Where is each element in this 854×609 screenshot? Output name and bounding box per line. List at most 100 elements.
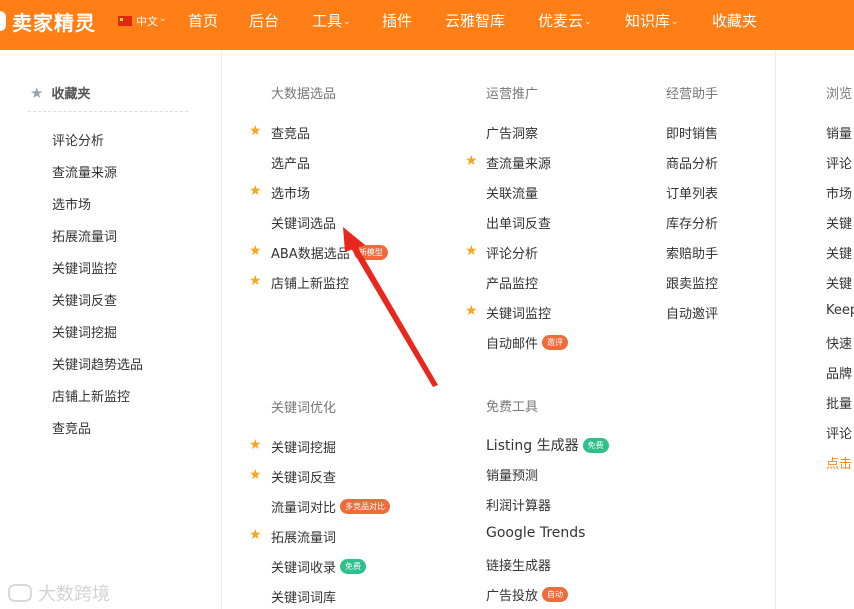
new-model-badge: 新模型: [353, 245, 388, 260]
watermark-logo-icon: [8, 584, 32, 602]
browse-item[interactable]: 关键: [826, 273, 852, 292]
browse-section-title: 浏览: [826, 87, 853, 102]
menu-item-competitor[interactable]: 查竞品: [271, 123, 310, 142]
menu-item-hijack-monitor[interactable]: 跟卖监控: [666, 273, 718, 292]
operations-section-title: 运营推广: [486, 87, 539, 102]
favorite-item[interactable]: 店铺上新监控: [52, 386, 130, 405]
menu-item-sales-forecast[interactable]: 销量预测: [486, 465, 538, 484]
nav-home[interactable]: 首页: [188, 10, 218, 31]
menu-item-auto-review-invite[interactable]: 自动邀评: [666, 303, 718, 322]
nav-youmaiyun[interactable]: 优麦云⌄: [538, 10, 592, 31]
menu-item-traffic-source[interactable]: 查流量来源: [486, 153, 551, 172]
nav-tools-label: 工具: [312, 12, 343, 30]
menu-item-aba[interactable]: ABA数据选品 新模型: [271, 243, 388, 262]
menu-item-link-generator[interactable]: 链接生成器: [486, 555, 551, 574]
browse-item[interactable]: 评论: [826, 153, 852, 172]
star-icon[interactable]: ★: [465, 153, 478, 169]
star-icon[interactable]: ★: [249, 273, 262, 289]
star-icon[interactable]: ★: [249, 243, 262, 259]
brand-logo[interactable]: 卖家精灵: [0, 7, 96, 35]
menu-item-review-analysis[interactable]: 评论分析: [486, 243, 538, 262]
favorite-item[interactable]: 关键词监控: [52, 258, 117, 277]
favorites-panel: ★ 收藏夹 评论分析 查流量来源 选市场 拓展流量词 关键词监控 关键词反查 关…: [0, 50, 222, 609]
free-badge: 免费: [582, 437, 609, 453]
nav-yunya[interactable]: 云雅智库: [445, 10, 505, 31]
nav-knowledge[interactable]: 知识库⌄: [625, 10, 679, 31]
menu-item-claim-assistant[interactable]: 索赔助手: [666, 243, 718, 262]
menu-item-product-monitor[interactable]: 产品监控: [486, 273, 538, 292]
menu-item-ad-insight[interactable]: 广告洞察: [486, 123, 538, 142]
menu-item-traffic-compare-label: 流量词对比: [271, 501, 337, 516]
menu-item-traffic-compare[interactable]: 流量词对比 多竞品对比: [271, 497, 391, 516]
brand-name: 卖家精灵: [12, 10, 96, 35]
menu-item-instant-sales[interactable]: 即时销售: [666, 123, 718, 142]
menu-item-ad-placement[interactable]: 广告投放 自动: [486, 585, 569, 604]
language-switch[interactable]: 中文 ⌄: [118, 13, 167, 29]
browse-item[interactable]: 批量: [826, 393, 852, 412]
favorite-item[interactable]: 查竞品: [52, 418, 91, 437]
favorite-item[interactable]: 选市场: [52, 194, 91, 213]
nav-favorites[interactable]: 收藏夹: [712, 10, 757, 31]
menu-item-order-keyword[interactable]: 出单词反查: [486, 213, 551, 232]
menu-item-related-traffic[interactable]: 关联流量: [486, 183, 538, 202]
menu-item-expand-traffic[interactable]: 拓展流量词: [271, 527, 336, 546]
invite-review-badge: 邀评: [542, 335, 569, 350]
browse-item[interactable]: 评论: [826, 423, 852, 442]
browse-item[interactable]: 销量: [826, 123, 852, 142]
menu-item-product-analysis[interactable]: 商品分析: [666, 153, 718, 172]
menu-item-keyword-monitor[interactable]: 关键词监控: [486, 303, 551, 322]
nav-youmaiyun-label: 优麦云: [538, 12, 584, 30]
favorites-title: 收藏夹: [51, 87, 91, 102]
menu-item-keyword-index[interactable]: 关键词收录 免费: [271, 557, 367, 576]
browse-item[interactable]: 快速: [826, 333, 852, 352]
nav-plugins[interactable]: 插件: [382, 10, 412, 31]
browse-item[interactable]: 市场: [826, 183, 852, 202]
star-icon[interactable]: ★: [249, 437, 262, 453]
star-icon[interactable]: ★: [249, 527, 262, 543]
multi-compare-badge: 多竞品对比: [340, 499, 391, 514]
menu-item-auto-email[interactable]: 自动邮件 邀评: [486, 333, 569, 352]
star-icon[interactable]: ★: [249, 467, 262, 483]
menu-item-keyword-library[interactable]: 关键词词库: [271, 587, 336, 606]
browse-item[interactable]: Keep: [826, 303, 854, 318]
favorite-item[interactable]: 关键词反查: [52, 290, 117, 309]
divider: [28, 111, 188, 112]
favorite-item[interactable]: 评论分析: [52, 130, 104, 149]
menu-item-google-trends[interactable]: Google Trends: [486, 525, 585, 541]
favorite-item[interactable]: 关键词挖掘: [52, 322, 117, 341]
menu-item-order-list[interactable]: 订单列表: [666, 183, 718, 202]
star-icon[interactable]: ★: [249, 183, 262, 199]
favorite-item[interactable]: 查流量来源: [52, 162, 117, 181]
nav-backend[interactable]: 后台: [249, 10, 279, 31]
free-tools-section-title: 免费工具: [486, 400, 539, 415]
menu-item-keyword-index-label: 关键词收录: [271, 561, 337, 576]
menu-item-inventory-analysis[interactable]: 库存分析: [666, 213, 718, 232]
menu-item-listing-generator[interactable]: Listing 生成器 免费: [486, 435, 609, 455]
chevron-down-icon: ⌄: [343, 17, 351, 27]
menu-item-keyword-mining[interactable]: 关键词挖掘: [271, 437, 336, 456]
browse-item[interactable]: 关键: [826, 213, 852, 232]
star-icon[interactable]: ★: [465, 243, 478, 259]
top-nav-bar: 卖家精灵 中文 ⌄ 首页 后台 工具⌄ 插件 云雅智库 优麦云⌄ 知识库⌄ 收藏…: [0, 0, 854, 50]
column-divider: [775, 50, 776, 609]
menu-item-keyword-reverse[interactable]: 关键词反查: [271, 467, 336, 486]
menu-item-listing-generator-label: Listing 生成器: [486, 438, 579, 454]
menu-item-store-monitor[interactable]: 店铺上新监控: [271, 273, 349, 292]
browse-item[interactable]: 品牌: [826, 363, 852, 382]
menu-item-select-product[interactable]: 选产品: [271, 153, 310, 172]
auto-badge: 自动: [542, 587, 569, 602]
assistant-section-title: 经营助手: [666, 87, 719, 102]
favorite-item[interactable]: 关键词趋势选品: [52, 354, 143, 373]
menu-item-aba-label: ABA数据选品: [271, 247, 350, 262]
favorite-item[interactable]: 拓展流量词: [52, 226, 117, 245]
nav-knowledge-label: 知识库: [625, 12, 671, 30]
star-icon[interactable]: ★: [249, 123, 262, 139]
browse-item[interactable]: 点击: [826, 453, 852, 472]
browse-item[interactable]: 关键: [826, 243, 852, 262]
nav-tools[interactable]: 工具⌄: [312, 10, 351, 31]
menu-item-select-market[interactable]: 选市场: [271, 183, 310, 202]
menu-item-auto-email-label: 自动邮件: [486, 337, 539, 352]
menu-item-keyword-selection[interactable]: 关键词选品: [271, 213, 336, 232]
star-icon[interactable]: ★: [465, 303, 478, 319]
menu-item-profit-calculator[interactable]: 利润计算器: [486, 495, 551, 514]
